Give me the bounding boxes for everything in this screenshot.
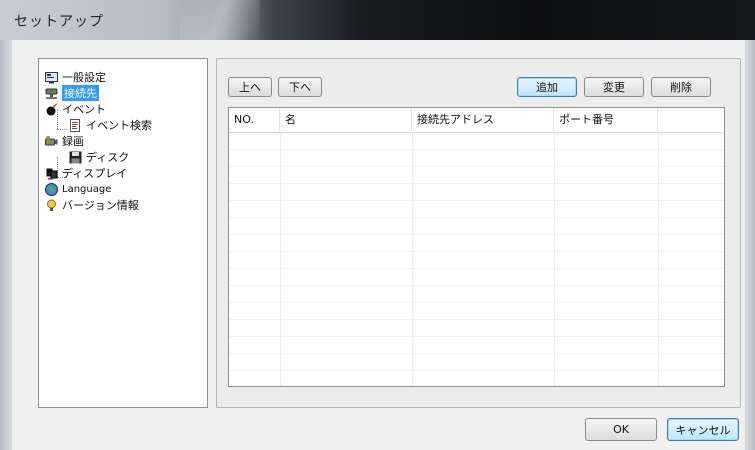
tree-item-label: イベント (62, 103, 106, 116)
grid-line (229, 353, 724, 354)
grid-line (229, 302, 724, 303)
grid-line (229, 200, 724, 201)
connection-list[interactable]: NO. 名 接続先アドレス ポート番号 (228, 107, 725, 387)
grid-line (229, 183, 724, 184)
camera-icon (45, 135, 58, 148)
grid-line (229, 234, 724, 235)
dialog-client-area: 一般設定 接続先 イベント イベント検索 録画 ディスク ディスプレイ Lang… (12, 40, 745, 450)
grid-line (229, 319, 724, 320)
title-bar-glare (180, 0, 260, 40)
bomb-icon (45, 102, 58, 116)
tree-item-connection[interactable]: 接続先 (45, 85, 99, 101)
grid-line (229, 285, 724, 286)
info-bulb-icon (45, 199, 58, 212)
monitor-settings-icon (45, 71, 58, 84)
grid-line (229, 336, 724, 337)
window-frame-left (0, 40, 12, 450)
list-header: NO. 名 接続先アドレス ポート番号 (229, 108, 724, 133)
grid-line (280, 132, 281, 386)
grid-line (658, 132, 659, 386)
move-up-button[interactable]: 上へ (228, 77, 272, 97)
floppy-disk-icon (69, 151, 82, 164)
grid-line (229, 370, 724, 371)
setup-dialog: セットアップ 一般設定 接続先 イベント イベント検索 録画 ディスク ディスプ… (0, 0, 755, 450)
tree-item-event[interactable]: イベント (45, 101, 106, 117)
column-header-name[interactable]: 名 (280, 108, 412, 132)
tree-item-disk[interactable]: ディスク (69, 149, 129, 165)
tree-item-language[interactable]: Language (45, 181, 111, 197)
move-down-button[interactable]: 下へ (278, 77, 322, 97)
tree-item-label: 接続先 (62, 85, 99, 101)
delete-button[interactable]: 削除 (651, 77, 711, 97)
ok-button[interactable]: OK (585, 418, 657, 441)
tree-item-label: イベント検索 (86, 119, 152, 132)
grid-line (229, 251, 724, 252)
tree-connector (57, 129, 67, 130)
column-header-no[interactable]: NO. (229, 108, 280, 132)
tree-item-label: Language (62, 183, 112, 195)
grid-line (229, 268, 724, 269)
document-search-icon (69, 118, 82, 132)
grid-line (554, 132, 555, 386)
globe-icon (45, 182, 58, 196)
tree-item-label: 録画 (62, 135, 84, 148)
cancel-button[interactable]: キャンセル (667, 418, 739, 441)
tree-item-recording[interactable]: 録画 (45, 133, 84, 149)
title-bar[interactable]: セットアップ (0, 0, 755, 40)
tree-item-label: ディスプレイ (62, 167, 128, 180)
tree-item-label: ディスク (86, 151, 130, 164)
window-title: セットアップ (14, 14, 104, 30)
tree-item-label: バージョン情報 (62, 199, 139, 212)
display-icon (45, 167, 58, 180)
settings-tree[interactable]: 一般設定 接続先 イベント イベント検索 録画 ディスク ディスプレイ Lang… (38, 58, 208, 408)
tree-item-event-search[interactable]: イベント検索 (69, 117, 152, 133)
column-header-filler (658, 108, 724, 132)
grid-line (229, 166, 724, 167)
add-button[interactable]: 追加 (517, 77, 577, 97)
network-icon (45, 87, 58, 100)
window-frame-right (745, 40, 755, 450)
column-header-address[interactable]: 接続先アドレス (412, 108, 554, 132)
column-header-port[interactable]: ポート番号 (554, 108, 658, 132)
tree-item-label: 一般設定 (62, 71, 106, 84)
tree-item-general[interactable]: 一般設定 (45, 69, 106, 85)
grid-line (229, 149, 724, 150)
tree-item-display[interactable]: ディスプレイ (45, 165, 127, 181)
grid-line (412, 132, 413, 386)
grid-line (229, 217, 724, 218)
tree-item-version[interactable]: バージョン情報 (45, 197, 139, 213)
change-button[interactable]: 変更 (584, 77, 644, 97)
list-body[interactable] (229, 132, 724, 386)
